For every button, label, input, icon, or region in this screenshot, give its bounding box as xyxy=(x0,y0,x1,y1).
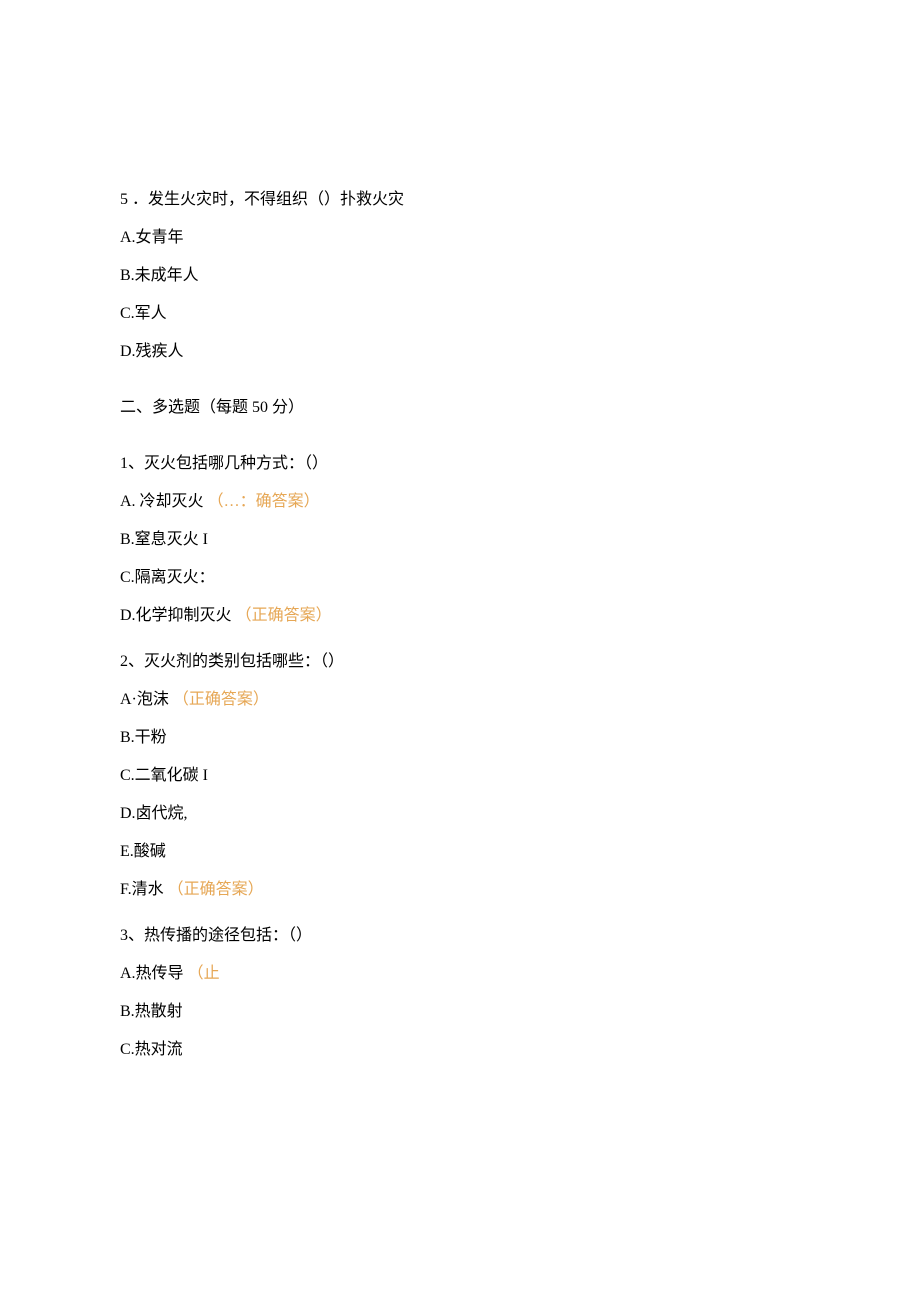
option-a: A.热传导 （止 xyxy=(120,962,800,986)
option-a: A.女青年 xyxy=(120,226,800,250)
option-b: B.未成年人 xyxy=(120,264,800,288)
question-stem: 1、灭火包括哪几种方式：（） xyxy=(120,452,800,476)
single-choice-q5: 5 ．发生火灾时，不得组织（）扑救火灾 A.女青年 B.未成年人 C.军人 D.… xyxy=(120,188,800,364)
option-c: C.军人 xyxy=(120,302,800,326)
option-text: A.热传导 xyxy=(120,965,188,982)
option-d: D.残疾人 xyxy=(120,340,800,364)
option-d: D.卤代烷, xyxy=(120,802,800,826)
option-d: D.化学抑制灭火 （正确答案） xyxy=(120,604,800,628)
section-2-header: 二、多选题（每题 50 分） xyxy=(120,396,800,420)
option-text: A. 冷却灭火 xyxy=(120,493,208,510)
option-c: C.热对流 xyxy=(120,1038,800,1062)
multi-choice-q2: 2、灭火剂的类别包括哪些：（） A·泡沫 （正确答案） B.干粉 C.二氧化碳 … xyxy=(120,650,800,902)
correct-answer-label: （正确答案） xyxy=(168,881,264,898)
option-text: F.清水 xyxy=(120,881,168,898)
correct-answer-label: （…：确答案） xyxy=(208,493,320,510)
option-a: A. 冷却灭火 （…：确答案） xyxy=(120,490,800,514)
option-e: E.酸碱 xyxy=(120,840,800,864)
correct-answer-label: （正确答案） xyxy=(173,691,269,708)
multi-choice-q1: 1、灭火包括哪几种方式：（） A. 冷却灭火 （…：确答案） B.窒息灭火 I … xyxy=(120,452,800,628)
multi-choice-q3: 3、热传播的途径包括：（） A.热传导 （止 B.热散射 C.热对流 xyxy=(120,924,800,1062)
option-b: B.干粉 xyxy=(120,726,800,750)
option-text: A·泡沫 xyxy=(120,691,173,708)
option-f: F.清水 （正确答案） xyxy=(120,878,800,902)
option-a: A·泡沫 （正确答案） xyxy=(120,688,800,712)
option-b: B.热散射 xyxy=(120,1000,800,1024)
option-text: D.化学抑制灭火 xyxy=(120,607,236,624)
correct-answer-label: （正确答案） xyxy=(236,607,332,624)
option-c: C.隔离灭火： xyxy=(120,566,800,590)
option-c: C.二氧化碳 I xyxy=(120,764,800,788)
question-stem: 3、热传播的途径包括：（） xyxy=(120,924,800,948)
question-stem: 5 ．发生火灾时，不得组织（）扑救火灾 xyxy=(120,188,800,212)
question-stem: 2、灭火剂的类别包括哪些：（） xyxy=(120,650,800,674)
option-b: B.窒息灭火 I xyxy=(120,528,800,552)
correct-answer-label: （止 xyxy=(188,965,220,982)
